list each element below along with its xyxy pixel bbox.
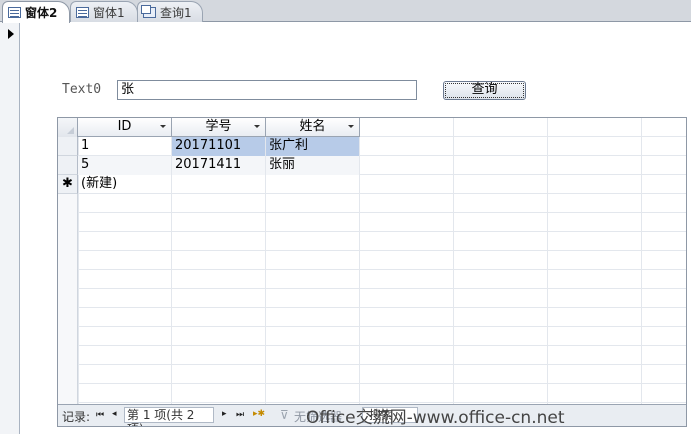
column-header-row: ID 学号 姓名 [58, 118, 360, 137]
column-header-xuehao[interactable]: 学号 [172, 118, 266, 137]
query-button[interactable]: 查询 [443, 81, 526, 100]
last-record-icon[interactable]: ⏭ [236, 410, 244, 420]
column-header-id-label: ID [117, 119, 132, 134]
new-record-cell[interactable]: (新建) [78, 175, 171, 194]
current-record-arrow-icon [8, 29, 14, 39]
tab-form1-label: 窗体1 [93, 5, 125, 20]
row-selector[interactable] [58, 137, 78, 156]
text0-label: Text0 [62, 82, 102, 97]
column-header-name-label: 姓名 [299, 119, 326, 134]
record-label: 记录: [62, 410, 91, 424]
watermark-text: Office交流网-www.office-cn.net [306, 408, 565, 428]
tab-query1-label: 查询1 [160, 5, 192, 20]
previous-record-icon[interactable]: ◂ [112, 409, 117, 419]
new-record-nav-icon[interactable]: ▸✱ [253, 409, 265, 419]
form-icon [76, 6, 89, 18]
filter-icon: ⊽ [280, 408, 289, 422]
tab-form2-label: 窗体2 [25, 6, 58, 20]
tab-query1[interactable]: 查询1 [137, 1, 203, 22]
document-tab-bar: 查询1 窗体1 窗体2 [0, 0, 691, 23]
next-record-icon[interactable]: ▸ [222, 409, 227, 419]
column-header-id[interactable]: ID [78, 118, 172, 137]
row-selector[interactable] [58, 156, 78, 175]
tab-form1[interactable]: 窗体1 [70, 1, 138, 22]
datasheet-subform: ID 学号 姓名 1 20171101 张广利 5 20171411 张丽 ✱ … [57, 117, 687, 427]
cell-id[interactable]: 5 [78, 156, 171, 175]
sort-dropdown-icon[interactable] [160, 125, 166, 128]
access-window: 查询1 窗体1 窗体2 Text0 张 查询 ID 学号 姓名 1 201711… [0, 0, 691, 434]
first-record-icon[interactable]: ⏮ [96, 410, 104, 420]
select-all-corner[interactable] [58, 118, 78, 137]
column-header-xuehao-label: 学号 [205, 119, 232, 134]
sort-dropdown-icon[interactable] [254, 125, 260, 128]
sort-dropdown-icon[interactable] [348, 125, 354, 128]
current-record-input[interactable]: 第 1 项(共 2 项) [124, 407, 214, 426]
column-header-name[interactable]: 姓名 [266, 118, 360, 137]
form-icon [8, 7, 21, 18]
query-icon [141, 4, 156, 18]
cell-xuehao[interactable]: 20171101 [172, 137, 265, 156]
cell-name[interactable]: 张广利 [266, 137, 359, 156]
row-selector-column [58, 194, 78, 404]
form-record-selector[interactable] [0, 22, 20, 434]
tab-form2[interactable]: 窗体2 [2, 1, 70, 23]
cell-id[interactable]: 1 [78, 137, 171, 156]
cell-name[interactable]: 张丽 [266, 156, 359, 175]
new-record-icon[interactable]: ✱ [58, 175, 78, 194]
cell-xuehao[interactable]: 20171411 [172, 156, 265, 175]
text0-input[interactable]: 张 [117, 80, 417, 100]
